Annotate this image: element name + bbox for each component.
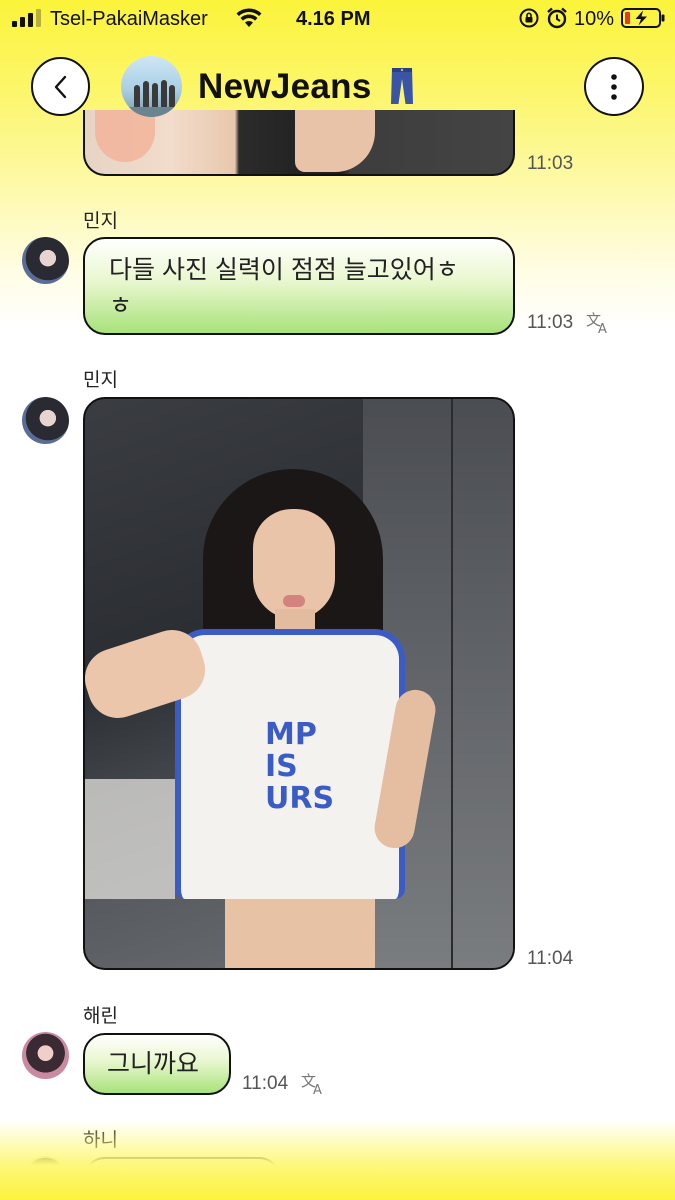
more-vertical-icon [611,73,617,100]
message-bubble[interactable]: 그니까요 [83,1033,231,1095]
status-time: 4.16 PM [296,8,371,30]
message-text: 다니야ㅑㅑㅑ [107,1174,246,1200]
message-bubble[interactable]: 다니야ㅑㅑㅑ [83,1157,281,1200]
sender-name: 하니 [83,1130,118,1151]
sender-name: 민지 [83,211,118,232]
message-text: 다들 사진 실력이 점점 늘고있어ㅎ [109,256,459,284]
message-timestamp: 11:03 [527,312,574,333]
avatar[interactable] [22,397,69,444]
avatar[interactable] [22,1032,69,1079]
message-text-wrap: ㅎ [109,292,133,320]
svg-text:文: 文 [290,1193,305,1200]
back-button[interactable] [31,57,90,116]
wifi-icon [236,8,262,27]
svg-text:A: A [313,1083,322,1095]
battery-percentage: 10% [574,8,615,30]
message-timestamp: 11:03 [527,153,574,174]
sender-name: 민지 [83,370,118,391]
svg-text:A: A [598,322,607,334]
avatar[interactable] [22,1156,69,1200]
selfie-photo[interactable]: MP IS URS [83,397,515,970]
translate-icon[interactable]: 文 A [290,1192,316,1200]
orientation-lock-icon [519,8,539,28]
avatar[interactable] [22,237,69,284]
status-bar: Tsel-PakaiMasker 4.16 PM 10% [0,0,675,38]
chat-title[interactable]: NewJeans [198,67,372,107]
message-timestamp: 11:04 [242,1073,289,1094]
translate-icon[interactable]: 文 A [586,310,612,334]
alarm-icon [547,7,567,29]
group-avatar[interactable] [121,56,182,117]
message-bubble[interactable]: 다들 사진 실력이 점점 늘고있어ㅎ ㅎ [83,237,515,335]
message-timestamp: 11:04 [527,948,574,969]
jeans-icon [391,68,413,104]
signal-icon [12,9,41,27]
chevron-left-icon [54,75,66,98]
translate-icon[interactable]: 文 A [301,1071,327,1095]
battery-charging-icon [621,8,665,28]
sender-name: 해린 [83,1006,118,1027]
more-options-button[interactable] [584,57,644,116]
carrier-name: Tsel-PakaiMasker [50,8,208,30]
message-text: 그니까요 [107,1050,200,1078]
photo-message[interactable] [83,110,515,176]
